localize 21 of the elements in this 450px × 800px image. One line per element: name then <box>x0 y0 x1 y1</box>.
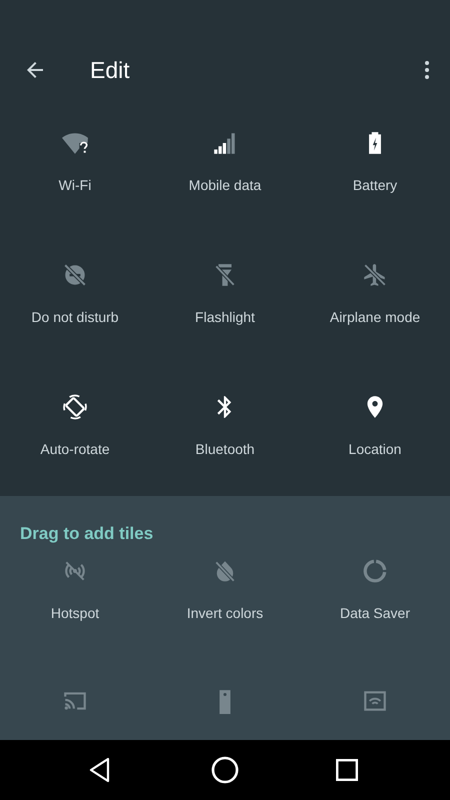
tile-label: Battery <box>352 176 398 195</box>
home-icon[interactable] <box>211 756 239 784</box>
screen-title: Edit <box>90 56 131 84</box>
tile-label: Wi-Fi <box>58 176 92 195</box>
rotate-icon[interactable] <box>62 394 88 420</box>
tile-label: Bluetooth <box>195 440 255 459</box>
do-not-disturb-icon[interactable] <box>62 262 88 288</box>
section-title: Drag to add tiles <box>19 523 154 544</box>
recents-icon[interactable] <box>336 759 358 781</box>
tile-label: Mobile data <box>188 176 262 195</box>
tile-label: Do not disturb <box>31 308 119 327</box>
tile-label: Airplane mode <box>330 308 420 327</box>
tile-label: Invert colors <box>186 604 264 623</box>
tile-label: Auto-rotate <box>40 440 110 459</box>
data-saver-icon[interactable] <box>362 558 388 584</box>
back-icon[interactable] <box>88 757 112 783</box>
tile-label: Location <box>348 440 402 459</box>
tile-label: Hotspot <box>50 604 100 623</box>
tile-label: Data Saver <box>340 604 410 623</box>
airplane-icon[interactable] <box>362 262 388 288</box>
tile-label: Flashlight <box>195 308 255 327</box>
